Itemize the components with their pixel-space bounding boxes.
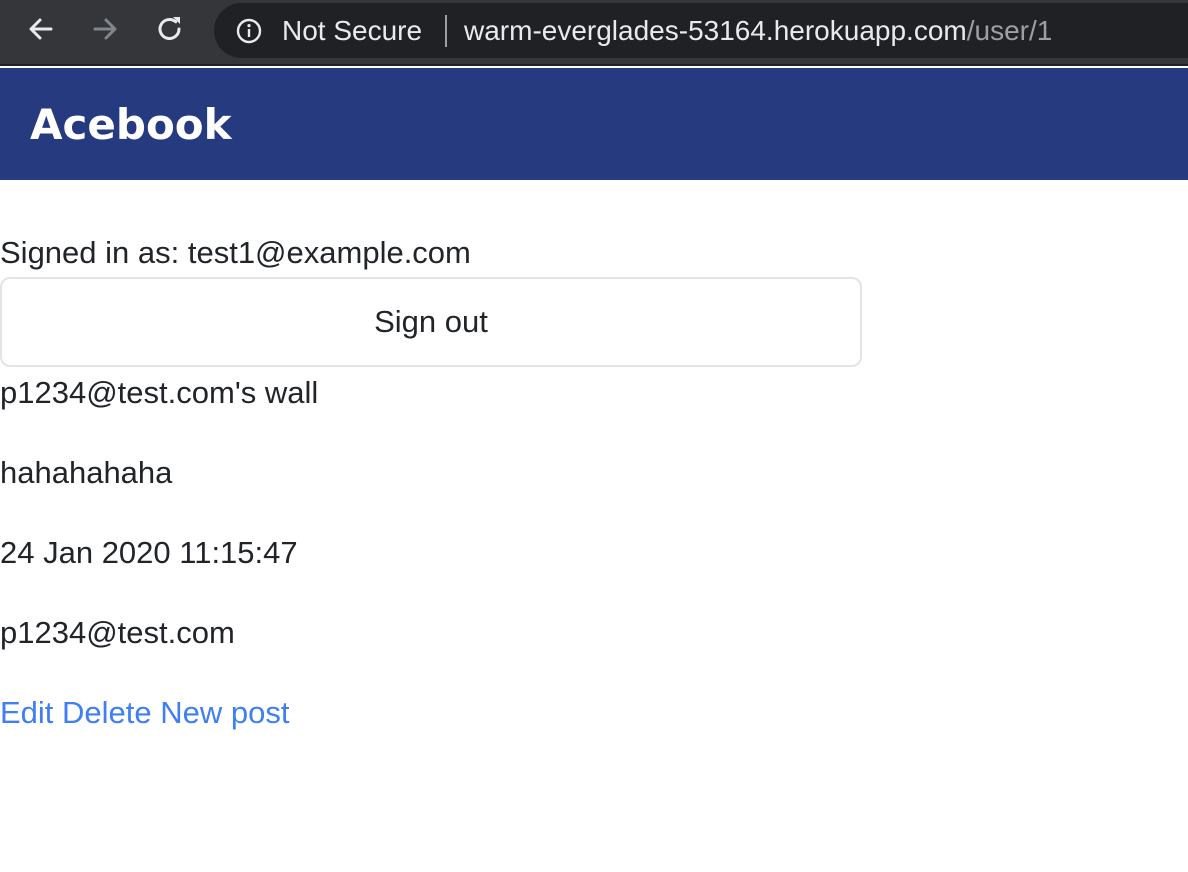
url-host: warm-everglades-53164.herokuapp.com (464, 15, 967, 46)
browser-toolbar: Not Secure warm-everglades-53164.herokua… (0, 0, 1188, 66)
reload-icon[interactable] (155, 14, 185, 44)
post-timestamp: 24 Jan 2020 11:15:47 (0, 535, 298, 570)
site-title: Acebook (30, 100, 232, 149)
security-status[interactable]: Not Secure (282, 15, 422, 47)
signed-in-status: Signed in as: test1@example.com (0, 235, 471, 270)
info-icon[interactable] (236, 18, 262, 44)
wall-title: p1234@test.com's wall (0, 375, 319, 410)
url-text[interactable]: warm-everglades-53164.herokuapp.com/user… (464, 15, 1052, 47)
address-bar[interactable]: Not Secure warm-everglades-53164.herokua… (214, 3, 1188, 58)
site-header: Acebook (0, 68, 1188, 180)
edit-link[interactable]: Edit (0, 695, 53, 730)
address-bar-divider (445, 15, 447, 47)
post-body: hahahahaha (0, 455, 173, 490)
url-path: /user/1 (966, 15, 1053, 46)
forward-arrow-icon[interactable] (90, 14, 120, 44)
delete-link[interactable]: Delete (62, 695, 152, 730)
post-author: p1234@test.com (0, 615, 235, 650)
back-arrow-icon[interactable] (26, 14, 56, 44)
new-post-link[interactable]: New post (160, 695, 289, 730)
post-actions: Edit Delete New post (0, 695, 290, 731)
sign-out-button[interactable]: Sign out (0, 277, 862, 367)
